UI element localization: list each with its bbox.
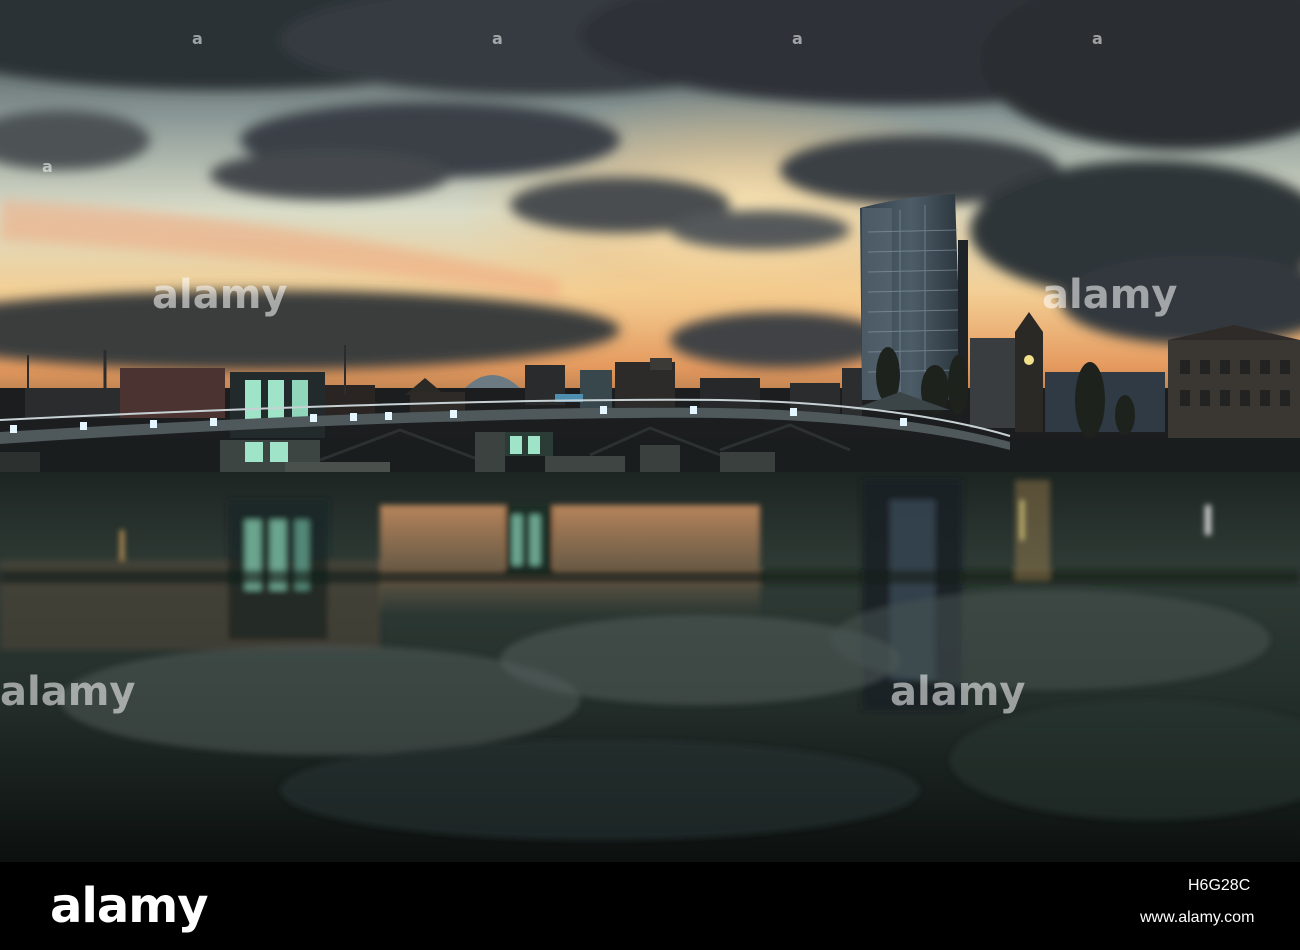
watermark-dot: a: [192, 29, 203, 48]
watermark-text-4: alamy: [890, 669, 1025, 715]
watermark-dot: a: [492, 29, 503, 48]
image-id: H6G28C: [1188, 877, 1251, 894]
watermark-text-2: alamy: [1042, 272, 1177, 318]
blue-building: [1045, 372, 1165, 432]
watermark-text-3: alamy: [0, 669, 135, 715]
river-cityscape-photo: alamy alamy alamy alamy a a a a a: [0, 0, 1300, 862]
office-block: [970, 338, 1015, 428]
watermark-dot: a: [42, 157, 53, 176]
watermark-dot: a: [792, 29, 803, 48]
photo: alamy alamy alamy alamy a a a a a: [0, 0, 1300, 862]
clock-tower: [1015, 312, 1043, 432]
victorian-building: [1168, 325, 1300, 440]
website-link[interactable]: www.alamy.com: [1140, 908, 1254, 928]
watermark-dot: a: [1092, 29, 1103, 48]
footer-bar: alamy H6G28C www.alamy.com: [0, 862, 1300, 950]
watermark-text-1: alamy: [152, 272, 287, 318]
alamy-logo[interactable]: alamy: [50, 876, 209, 936]
